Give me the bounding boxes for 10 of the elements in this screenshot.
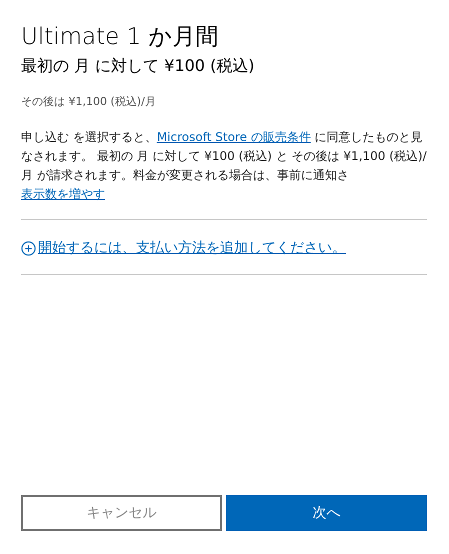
later-price: その後は ¥1,100 (税込)/月 bbox=[21, 94, 157, 110]
first-month-price: 最初の 月 に対して ¥100 (税込) bbox=[21, 55, 256, 77]
terms-link[interactable]: Microsoft Store の販売条件 bbox=[156, 130, 311, 144]
plan-title: Ultimate 1 か月間 bbox=[21, 23, 220, 52]
add-payment-link[interactable]: 開始するには、支払い方法を追加してください。 bbox=[21, 238, 346, 258]
plus-circle-icon bbox=[21, 240, 36, 256]
terms-paragraph: 申し込む を選択すると、Microsoft Store の販売条件 に同意したものと見なされます。 最初の 月 に対して ¥100 (税込) と その後は ¥1,100 (税込)/月 が請求されます。料金が変更される場合は、事前に通知さ bbox=[21, 129, 427, 184]
cancel-button[interactable]: キャンセル bbox=[21, 495, 222, 531]
show-more-link[interactable]: 表示数を増やす bbox=[21, 185, 105, 203]
next-button[interactable]: 次へ bbox=[226, 495, 427, 531]
